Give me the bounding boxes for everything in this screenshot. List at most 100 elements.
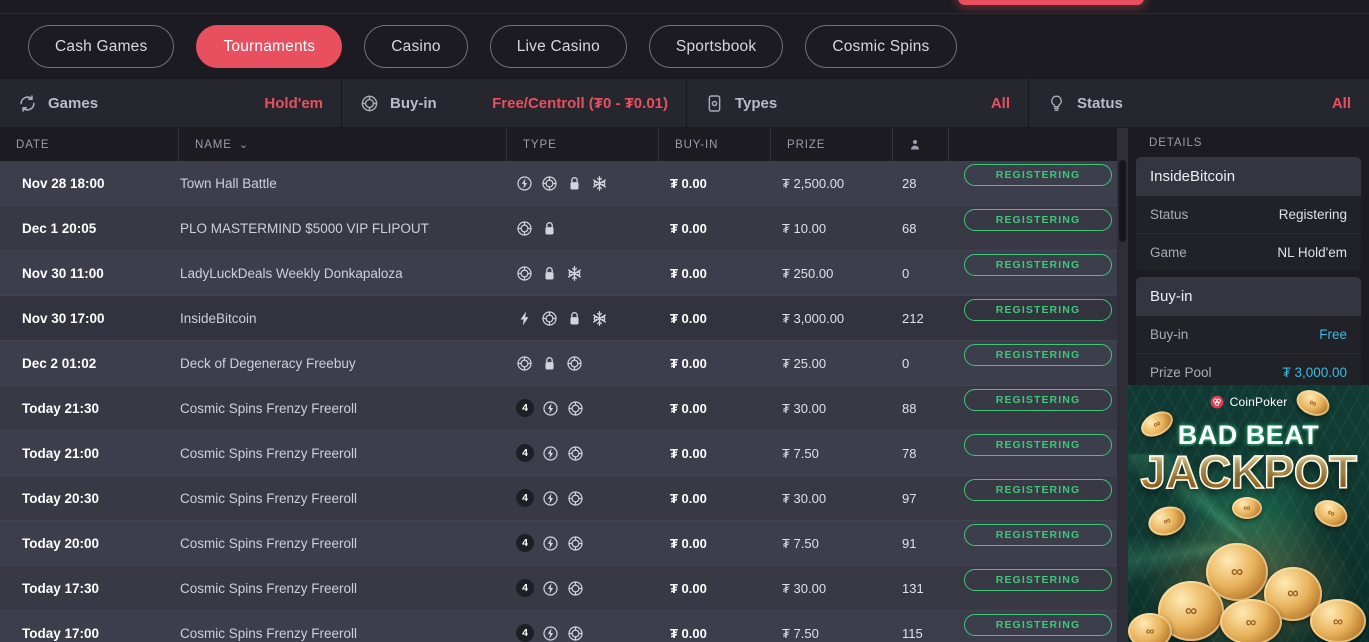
cell-prize-text: ₮ 30.00 [782, 400, 827, 416]
cell-players: 131 [892, 566, 948, 611]
filter-games[interactable]: Games Hold'em [0, 79, 342, 127]
promo-banner-bad-beat-jackpot[interactable]: CoinPoker BAD BEAT JACKPOT ∞ ∞ ∞ ∞ ∞ ∞ ∞… [1128, 385, 1369, 642]
cell-prize-text: ₮ 2,500.00 [782, 175, 845, 191]
registering-button[interactable]: REGISTERING [964, 569, 1112, 591]
col-header-buyin[interactable]: BUY-IN [658, 128, 770, 161]
registering-button[interactable]: REGISTERING [964, 164, 1112, 186]
cell-name: Cosmic Spins Frenzy Freeroll [178, 521, 506, 566]
col-header-type[interactable]: TYPE [506, 128, 658, 161]
detail-value: Free [1319, 327, 1347, 342]
turbo-icon [543, 490, 558, 506]
cell-prize-text: ₮ 30.00 [782, 490, 827, 506]
nav-item-tournaments[interactable]: Tournaments [196, 25, 343, 68]
table-row[interactable]: Today 20:30 Cosmic Spins Frenzy Freeroll 4… [0, 476, 1128, 521]
cut-off-top-button[interactable] [958, 0, 1144, 5]
buyin-card-title: Buy-in [1136, 277, 1361, 316]
registering-button[interactable]: REGISTERING [964, 209, 1112, 231]
cell-prize: ₮ 30.00 [770, 476, 892, 521]
cell-players: 88 [892, 386, 948, 431]
filter-buyin-label: Buy-in [390, 94, 437, 112]
table-row[interactable]: Nov 30 17:00 InsideBitcoin ₮ 0.00 ₮ 3,000.0… [0, 296, 1128, 341]
cell-name-text: Cosmic Spins Frenzy Freeroll [180, 625, 358, 641]
detail-key: Status [1150, 207, 1189, 222]
col-header-prize[interactable]: PRIZE [770, 128, 892, 161]
table-row[interactable]: Dec 1 20:05 PLO MASTERMIND $5000 VIP FLIP… [0, 206, 1128, 251]
table-scrollbar[interactable] [1117, 128, 1128, 642]
cell-players: 97 [892, 476, 948, 521]
cell-name: Cosmic Spins Frenzy Freeroll [178, 476, 506, 521]
cell-date: Today 20:00 [0, 521, 178, 566]
nav-item-cosmic-spins[interactable]: Cosmic Spins [805, 25, 957, 68]
nav-item-casino[interactable]: Casino [364, 25, 468, 68]
nav-item-sportsbook[interactable]: Sportsbook [648, 25, 784, 68]
registering-button[interactable]: REGISTERING [964, 254, 1112, 276]
cell-players: 91 [892, 521, 948, 566]
col-header-players[interactable] [892, 128, 948, 161]
cell-players-text: 68 [902, 220, 917, 236]
table-header-row: DATE NAME ⌄ TYPE BUY-IN PRIZE [0, 128, 1128, 161]
col-label: NAME [195, 138, 232, 151]
cell-type: 4 [506, 521, 658, 566]
table-row[interactable]: Dec 2 01:02 Deck of Degeneracy Freebuy ₮ 0… [0, 341, 1128, 386]
filter-bar: Games Hold'em Buy-in Free/Centroll (₮0 -… [0, 79, 1369, 128]
col-header-date[interactable]: DATE [0, 128, 178, 161]
detail-row-status: Status Registering [1136, 196, 1361, 234]
cell-players: 78 [892, 431, 948, 476]
filter-status[interactable]: Status All [1029, 79, 1369, 127]
cell-players: 0 [892, 251, 948, 296]
cell-type [506, 161, 658, 206]
chevron-down-icon: ⌄ [238, 139, 249, 151]
table-row[interactable]: Nov 30 11:00 LadyLuckDeals Weekly Donkapa… [0, 251, 1128, 296]
tournament-name: InsideBitcoin [1136, 157, 1361, 196]
detail-key: Buy-in [1150, 327, 1189, 342]
max-players-4-badge: 4 [516, 624, 534, 642]
col-header-name[interactable]: NAME ⌄ [178, 128, 506, 161]
cell-players: 212 [892, 296, 948, 341]
table-row[interactable]: Nov 28 18:00 Town Hall Battle ₮ 0.00 ₮ 2,50… [0, 161, 1128, 206]
bulb-icon [1051, 95, 1062, 111]
table-row[interactable]: Today 20:00 Cosmic Spins Frenzy Freeroll 4… [0, 521, 1128, 566]
turbo-icon [543, 535, 558, 551]
promo-headline-2: JACKPOT [1128, 445, 1369, 499]
filter-types[interactable]: Types All [687, 79, 1029, 127]
cell-name: Cosmic Spins Frenzy Freeroll [178, 611, 506, 642]
registering-button[interactable]: REGISTERING [964, 389, 1112, 411]
registering-button[interactable]: REGISTERING [964, 344, 1112, 366]
tournament-lobby: Cash Games Tournaments Casino Live Casin… [0, 0, 1369, 642]
cell-date-text: Nov 30 17:00 [22, 310, 105, 326]
nav-item-cash-games[interactable]: Cash Games [28, 25, 175, 68]
filter-status-value: All [1331, 94, 1351, 112]
turbo-icon [543, 445, 558, 461]
lock-icon [570, 311, 579, 324]
table-row[interactable]: Today 21:30 Cosmic Spins Frenzy Freeroll 4… [0, 386, 1128, 431]
detail-value: ₮ 3,000.00 [1282, 365, 1347, 380]
registering-button[interactable]: REGISTERING [964, 299, 1112, 321]
players-icon [911, 140, 919, 150]
cell-type: 4 [506, 386, 658, 431]
cell-prize: ₮ 7.50 [770, 611, 892, 642]
freezeout-snowflake-icon [592, 175, 607, 191]
scrollbar-thumb[interactable] [1119, 160, 1126, 242]
details-header: DETAILS [1149, 136, 1203, 149]
table-row[interactable]: Today 21:00 Cosmic Spins Frenzy Freeroll 4… [0, 431, 1128, 476]
table-row[interactable]: Today 17:30 Cosmic Spins Frenzy Freeroll 4… [0, 566, 1128, 611]
cell-action: REGISTERING [948, 296, 1128, 341]
cell-action: REGISTERING [948, 476, 1128, 521]
cell-name-text: Cosmic Spins Frenzy Freeroll [180, 445, 358, 461]
registering-button[interactable]: REGISTERING [964, 524, 1112, 546]
registering-button[interactable]: REGISTERING [964, 434, 1112, 456]
registering-button[interactable]: REGISTERING [964, 614, 1112, 636]
promo-brand: CoinPoker [1128, 395, 1369, 409]
nav-item-live-casino[interactable]: Live Casino [489, 25, 627, 68]
cell-prize: ₮ 25.00 [770, 341, 892, 386]
turbo-bolt-icon [520, 311, 529, 325]
cell-action: REGISTERING [948, 161, 1128, 206]
max-players-4-badge: 4 [516, 579, 534, 597]
filter-buyin[interactable]: Buy-in Free/Centroll (₮0 - ₮0.01) [342, 79, 687, 127]
table-row[interactable]: Today 17:00 Cosmic Spins Frenzy Freeroll 4… [0, 611, 1128, 642]
cell-date: Today 17:30 [0, 566, 178, 611]
cell-name-text: PLO MASTERMIND $5000 VIP FLIPOUT [180, 220, 429, 236]
tournament-info-card: InsideBitcoin Status Registering Game NL… [1136, 157, 1361, 271]
registering-button[interactable]: REGISTERING [964, 479, 1112, 501]
cell-action: REGISTERING [948, 521, 1128, 566]
